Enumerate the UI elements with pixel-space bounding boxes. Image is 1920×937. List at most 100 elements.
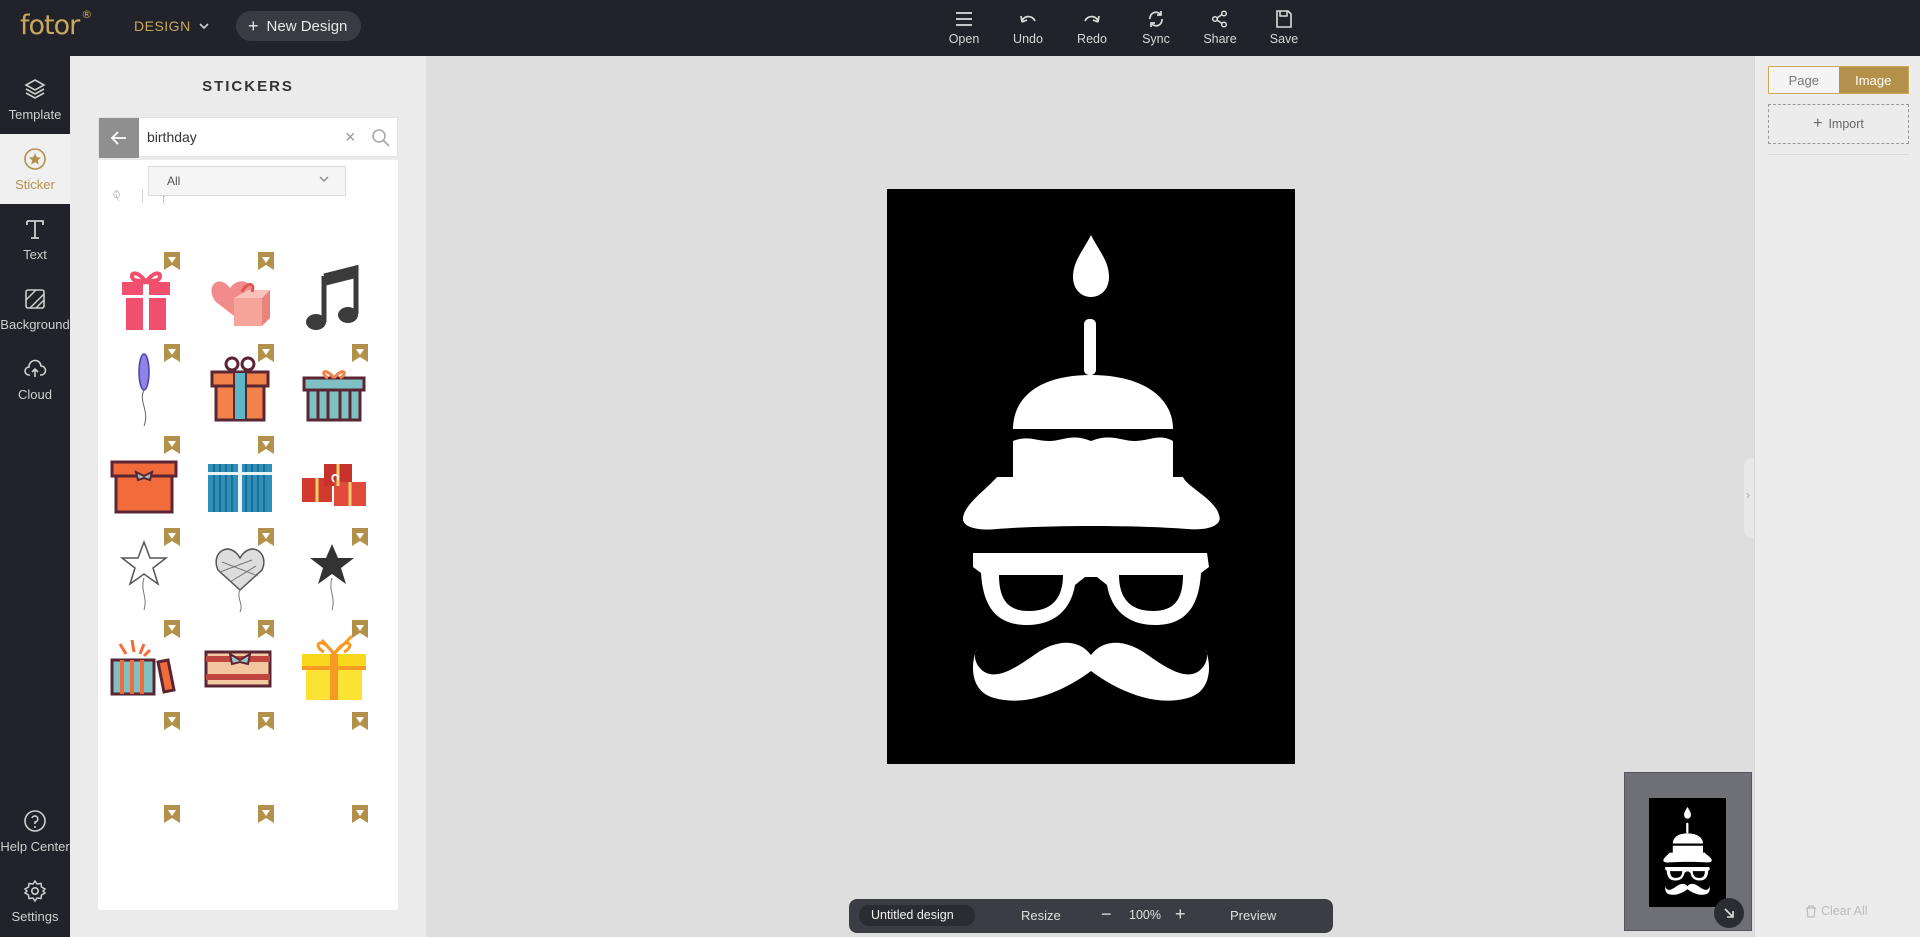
sticker-music-note[interactable] [294, 258, 374, 338]
minimap-toggle-button[interactable] [1714, 898, 1744, 928]
premium-badge-icon [164, 436, 180, 454]
plus-icon: + [1813, 115, 1823, 132]
premium-badge-icon [352, 805, 368, 823]
design-title-input[interactable]: Untitled design [859, 905, 975, 926]
clear-all-button[interactable]: Clear All [1805, 904, 1868, 918]
sidebar-item-help-center[interactable]: Help Center [0, 796, 70, 866]
premium-badge-icon [352, 620, 368, 638]
premium-badge-icon [258, 712, 274, 730]
share-label: Share [1203, 32, 1237, 46]
premium-badge-icon [164, 805, 180, 823]
minimap-thumbnail [1649, 798, 1726, 907]
zoom-out-button[interactable]: − [1101, 904, 1112, 925]
sticker-star-balloon[interactable] [106, 534, 186, 614]
sticker-gift-open[interactable] [106, 626, 186, 706]
share-button[interactable]: Share [1188, 10, 1252, 46]
tab-image[interactable]: Image [1838, 67, 1908, 93]
tab-page[interactable]: Page [1769, 67, 1839, 93]
divider [1768, 154, 1909, 155]
text-icon [26, 219, 44, 239]
sidebar-item-background[interactable]: Background [0, 274, 70, 344]
premium-badge-icon [164, 344, 180, 362]
help-icon [24, 809, 46, 832]
toolbar: Open Undo Redo Sync Share Save [932, 10, 1316, 46]
sticker-icon [24, 147, 46, 170]
sidebar-item-label: Settings [11, 908, 59, 924]
minimap-artwork [1663, 806, 1712, 895]
undo-label: Undo [1013, 32, 1043, 46]
sync-label: Sync [1142, 32, 1170, 46]
open-label: Open [948, 32, 980, 46]
undo-icon [1020, 15, 1036, 23]
sticker-gift-box-blue[interactable] [200, 442, 280, 522]
back-button[interactable] [99, 118, 139, 158]
design-menu[interactable]: DESIGN [134, 18, 209, 34]
sidebar-item-label: Text [23, 246, 47, 262]
birthday-hipster-artwork[interactable] [887, 189, 1295, 764]
sidebar-item-label: Cloud [18, 386, 52, 402]
sticker-grid: All [98, 160, 398, 910]
sticker-balloon[interactable] [106, 350, 186, 430]
sync-button[interactable]: Sync [1124, 10, 1188, 46]
premium-badge-icon [258, 252, 274, 270]
new-design-label: New Design [266, 17, 348, 35]
search-icon[interactable] [371, 128, 391, 148]
panel-tabs: Page Image [1768, 66, 1909, 94]
sidebar-item-label: Help Center [0, 838, 70, 854]
arrow-diagonal-icon [1724, 908, 1734, 918]
sticker-heart-balloon[interactable] [200, 534, 280, 614]
sticker-gift-box[interactable] [200, 350, 280, 430]
share-icon [1211, 10, 1228, 28]
sidebar-item-sticker[interactable]: Sticker [0, 134, 70, 204]
premium-badge-icon [258, 344, 274, 362]
premium-badge-icon [164, 252, 180, 270]
design-canvas[interactable] [887, 189, 1295, 764]
chevron-down-icon [199, 22, 209, 29]
sidebar-item-cloud[interactable]: Cloud [0, 344, 70, 414]
sticker-gift[interactable] [106, 258, 186, 338]
sidebar-item-text[interactable]: Text [0, 204, 70, 274]
preview-button[interactable]: Preview [1230, 908, 1276, 923]
category-value: All [167, 174, 181, 188]
redo-button[interactable]: Redo [1060, 10, 1124, 46]
logo[interactable]: fotor ® [20, 8, 92, 41]
sticker-heart-gift[interactable] [200, 258, 280, 338]
premium-badge-icon [352, 528, 368, 546]
search-input[interactable] [147, 118, 337, 156]
premium-badge-icon [352, 712, 368, 730]
bottom-bar: Untitled design Resize − 100% + Preview [849, 899, 1333, 933]
sticker-star-balloon-dark[interactable] [294, 534, 374, 614]
new-design-button[interactable]: + New Design [236, 11, 362, 41]
sticker-gift-pile[interactable] [294, 442, 374, 522]
design-menu-label: DESIGN [134, 18, 191, 34]
top-bar: fotor ® DESIGN + New Design Open Undo Red… [0, 0, 1920, 56]
zoom-in-button[interactable]: + [1175, 904, 1186, 925]
premium-badge-icon [164, 528, 180, 546]
clear-icon[interactable]: × [345, 127, 356, 148]
resize-button[interactable]: Resize [1021, 908, 1061, 923]
premium-badge-icon [352, 344, 368, 362]
panel-title: STICKERS [202, 78, 294, 95]
sync-icon [1149, 11, 1163, 27]
save-button[interactable]: Save [1252, 10, 1316, 46]
plus-icon: + [248, 16, 259, 36]
category-dropdown[interactable]: All [148, 166, 346, 196]
trash-icon [1806, 904, 1816, 918]
premium-badge-icon [258, 436, 274, 454]
sidebar-item-template[interactable]: Template [0, 64, 70, 134]
cloud-upload-icon [24, 359, 47, 377]
left-sidebar: Template Sticker Text Background Cloud H… [0, 56, 70, 937]
sticker-gift-wrapped[interactable] [200, 626, 280, 706]
sticker-gift-box-orange[interactable] [106, 442, 186, 522]
redo-label: Redo [1077, 32, 1107, 46]
undo-button[interactable]: Undo [996, 10, 1060, 46]
save-label: Save [1269, 32, 1299, 46]
import-button[interactable]: + Import [1768, 104, 1909, 144]
open-button[interactable]: Open [932, 10, 996, 46]
sticker-gift-yellow[interactable] [294, 626, 374, 706]
background-icon [25, 288, 45, 309]
sidebar-item-settings[interactable]: Settings [0, 866, 70, 936]
sticker-search: × [98, 117, 398, 158]
sidebar-item-label: Sticker [15, 176, 55, 192]
sticker-gift-box-striped[interactable] [294, 350, 374, 430]
